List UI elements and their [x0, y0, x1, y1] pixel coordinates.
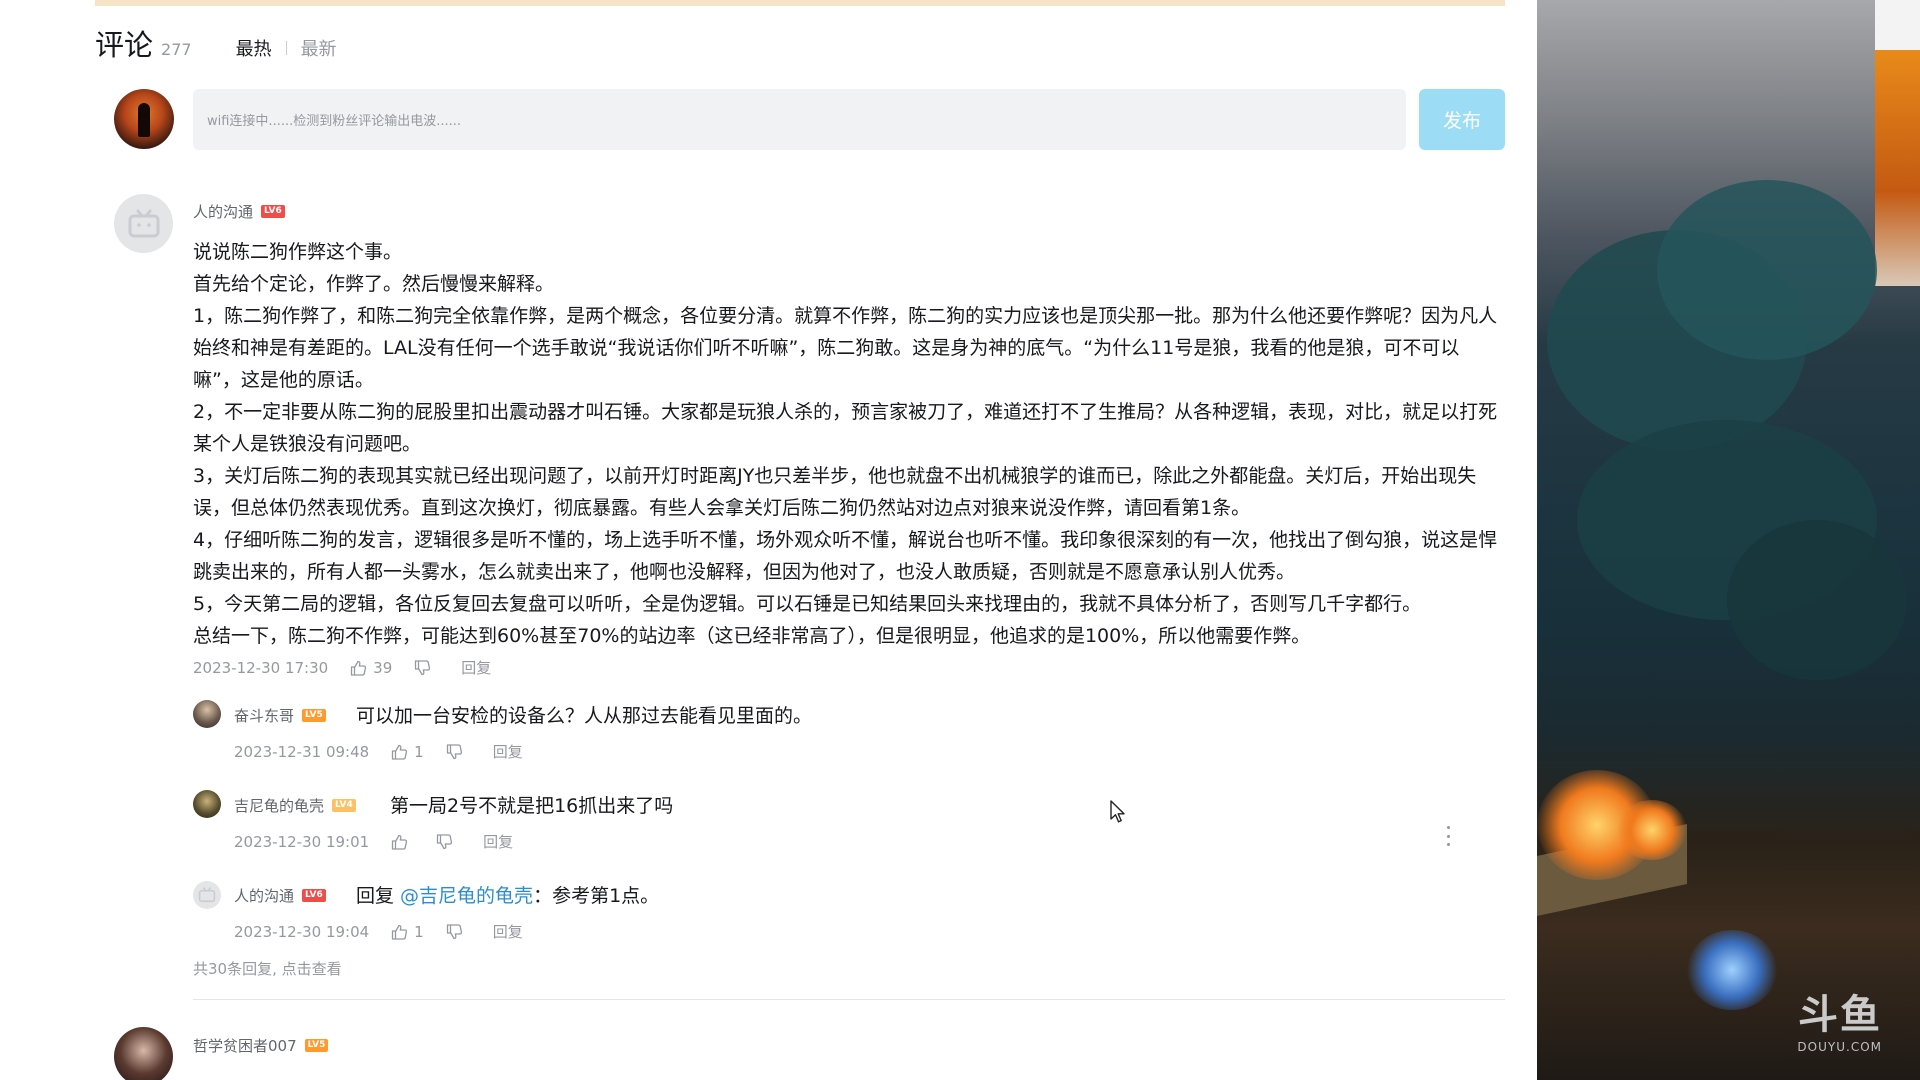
level-badge: LV6: [302, 889, 326, 902]
next-comment-username[interactable]: 哲学贫困者007: [193, 1035, 297, 1056]
like-count: 39: [373, 658, 393, 677]
comment-paragraph: 总结一下，陈二狗不作弊，可能达到60%甚至70%的站边率（这已经非常高了），但是…: [193, 625, 1311, 647]
scene-magic: [1687, 930, 1777, 1010]
reply-button[interactable]: 回复: [461, 657, 491, 678]
main-comment-meta: 2023-12-30 17:30 39 回复: [193, 657, 491, 678]
reply-text: 回复 @吉尼龟的龟壳：参考第1点。: [356, 881, 659, 908]
main-comment-author: 人的沟通 LV6: [193, 201, 285, 222]
thumbs-down-icon: [415, 659, 431, 675]
dislike-button[interactable]: [446, 743, 463, 760]
scene-fire: [1617, 800, 1687, 860]
like-button[interactable]: 1: [391, 743, 446, 761]
view-more-replies-link[interactable]: 共30条回复, 点击查看: [193, 958, 342, 979]
reply-text: 可以加一台安检的设备么？人从那过去能看见里面的。: [356, 705, 813, 727]
tv-placeholder-icon: [128, 209, 159, 237]
reply-meta: 2023-12-30 19:04 1 回复: [234, 921, 523, 942]
thumbs-down-icon: [446, 923, 462, 939]
sort-new-tab[interactable]: 最新: [301, 35, 337, 61]
comment-date: 2023-12-30 17:30: [193, 658, 329, 677]
level-badge: LV5: [302, 709, 326, 722]
mouse-cursor-icon: [1110, 800, 1125, 823]
sort-hot-tab[interactable]: 最热: [236, 35, 272, 61]
comment-divider: [193, 999, 1505, 1000]
comment-paragraph: 2，不一定非要从陈二狗的屁股里扣出震动器才叫石锤。大家都是玩狼人杀的，预言家被刀…: [193, 401, 1498, 455]
reply-avatar[interactable]: [193, 881, 221, 909]
scene-foliage: [1657, 180, 1877, 360]
dislike-button[interactable]: [436, 833, 453, 850]
reply-avatar[interactable]: [193, 700, 221, 728]
comment-paragraph: 1，陈二狗作弊了，和陈二狗完全依靠作弊，是两个概念，各位要分清。就算不作弊，陈二…: [193, 305, 1498, 391]
reply-date: 2023-12-30 19:01: [234, 832, 370, 851]
scene-foliage: [1727, 520, 1907, 680]
like-count: 1: [414, 922, 424, 941]
panel-edge: [1875, 0, 1920, 50]
top-accent-strip: [95, 0, 1505, 6]
comment-input-row: wifi连接中......检测到粉丝评论输出电波...... 发布: [114, 89, 1505, 150]
thumbs-up-icon: [392, 744, 408, 760]
main-comment-content: 说说陈二狗作弊这个事。 首先给个定论，作弊了。然后慢慢来解释。 1，陈二狗作弊了…: [193, 236, 1505, 652]
reply-username[interactable]: 吉尼龟的龟壳: [234, 795, 324, 816]
reply-date: 2023-12-30 19:04: [234, 922, 370, 941]
reply-avatar[interactable]: [193, 790, 221, 818]
comment-paragraph: 3，关灯后陈二狗的表现其实就已经出现问题了，以前开灯时距离JY也只差半步，他也就…: [193, 465, 1477, 519]
reply-author: 人的沟通 LV6: [234, 885, 326, 906]
current-user-avatar[interactable]: [114, 89, 174, 149]
reply-button[interactable]: 回复: [483, 831, 513, 852]
main-comment-username[interactable]: 人的沟通: [193, 201, 253, 222]
level-badge: LV6: [261, 205, 285, 218]
level-badge: LV4: [332, 799, 356, 812]
comment-paragraph: 4，仔细听陈二狗的发言，逻辑很多是听不懂的，场上选手听不懂，场外观众听不懂，解说…: [193, 529, 1498, 583]
comment-input[interactable]: wifi连接中......检测到粉丝评论输出电波......: [193, 89, 1406, 150]
dislike-button[interactable]: [446, 923, 463, 940]
reply-button[interactable]: 回复: [493, 921, 523, 942]
comments-header: 评论 277 最热 最新: [95, 22, 337, 62]
comments-title: 评论: [95, 28, 154, 62]
reply-meta: 2023-12-30 19:01 回复: [234, 831, 513, 852]
like-count: 1: [414, 742, 424, 761]
reply-meta: 2023-12-31 09:48 1 回复: [234, 741, 523, 762]
douyu-logo: 斗鱼: [1798, 992, 1882, 1038]
level-badge: LV5: [304, 1039, 329, 1052]
panel-edge-accent: [1875, 50, 1920, 286]
like-button[interactable]: 39: [350, 659, 414, 677]
reply-body: ：参考第1点。: [533, 885, 660, 907]
douyu-logo-sub: DOUYU.COM: [1797, 1040, 1882, 1054]
reply-author: 吉尼龟的龟壳 LV4: [234, 795, 356, 816]
reply-username[interactable]: 人的沟通: [234, 885, 294, 906]
next-comment-author: 哲学贫困者007 LV5: [193, 1035, 329, 1056]
reply-date: 2023-12-31 09:48: [234, 742, 370, 761]
publish-button[interactable]: 发布: [1419, 89, 1505, 150]
comments-count: 277: [161, 40, 192, 59]
main-comment-avatar[interactable]: [114, 194, 173, 253]
next-comment-avatar[interactable]: [114, 1027, 173, 1080]
comment-paragraph: 说说陈二狗作弊这个事。: [193, 241, 403, 263]
reply-text: 第一局2号不就是把16抓出来了吗: [390, 795, 674, 817]
stream-video-panel[interactable]: 斗鱼 DOUYU.COM: [1537, 0, 1920, 1080]
thumbs-up-icon: [392, 924, 408, 940]
like-button[interactable]: 1: [391, 923, 446, 941]
thumbs-up-icon: [392, 834, 408, 850]
more-options-icon[interactable]: [1445, 826, 1451, 846]
reply-username[interactable]: 奋斗东哥: [234, 705, 294, 726]
reply-author: 奋斗东哥 LV5: [234, 705, 326, 726]
reply-button[interactable]: 回复: [493, 741, 523, 762]
thumbs-down-icon: [437, 833, 453, 849]
sort-divider: [285, 41, 287, 55]
thumbs-down-icon: [446, 743, 462, 759]
comment-paragraph: 首先给个定论，作弊了。然后慢慢来解释。: [193, 273, 555, 295]
comment-paragraph: 5，今天第二局的逻辑，各位反复回去复盘可以听听，全是伪逻辑。可以石锤是已知结果回…: [193, 593, 1422, 615]
mention-link[interactable]: @吉尼龟的龟壳: [400, 885, 533, 907]
dislike-button[interactable]: [414, 659, 431, 676]
reply-prefix: 回复: [356, 885, 401, 907]
thumbs-up-icon: [351, 660, 367, 676]
tv-placeholder-icon: [198, 887, 216, 903]
like-button[interactable]: [391, 834, 436, 850]
